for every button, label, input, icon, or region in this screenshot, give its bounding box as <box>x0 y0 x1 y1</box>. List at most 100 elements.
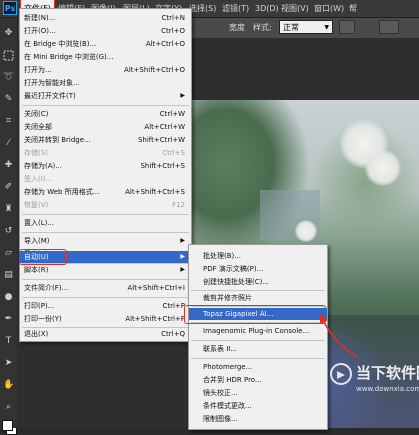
menu-item-label: 签入(I)... <box>24 175 53 183</box>
menu-item-close-all[interactable]: 关闭全部 Alt+Ctrl+W <box>20 121 191 133</box>
marquee-tool-icon[interactable] <box>3 50 14 61</box>
menu-item-shortcut: Shift+Ctrl+W <box>137 136 185 144</box>
style-select[interactable]: 正常 ▼ <box>279 20 333 34</box>
stamp-tool-icon[interactable]: ♜ <box>3 204 14 215</box>
menu-item-label: 关闭全部 <box>24 123 52 131</box>
menu-item-browse-bridge[interactable]: 在 Bridge 中浏览(B)... Alt+Ctrl+O <box>20 38 191 50</box>
menu-item-close[interactable]: 关闭(C) Ctrl+W <box>20 108 191 120</box>
menu-view[interactable]: 视图(V) <box>278 0 312 17</box>
foreground-color-swatch[interactable] <box>2 420 13 431</box>
menu-item-close-go-bridge[interactable]: 关闭并转到 Bridge... Shift+Ctrl+W <box>20 134 191 146</box>
submenu-arrow-icon: ▶ <box>180 266 185 273</box>
menu-item-label: PDF 演示文稿(P)... <box>203 265 264 273</box>
automate-submenu: 批处理(B)... PDF 演示文稿(P)... 创建快捷批处理(C)... 裁… <box>188 244 328 430</box>
menu-item-print[interactable]: 打印(P)... Ctrl+P <box>20 300 191 312</box>
submenu-item-lens-correction[interactable]: 镜头校正... <box>189 387 327 399</box>
file-menu-dropdown: 新建(N)... Ctrl+N 打开(O)... Ctrl+O 在 Bridge 中… <box>19 8 192 342</box>
menu-item-label: 新建(N)... <box>24 14 56 22</box>
move-tool-icon[interactable]: ✥ <box>3 28 14 39</box>
menu-item-import[interactable]: 导入(M) ▶ <box>20 235 191 247</box>
submenu-item-pdf-presentation[interactable]: PDF 演示文稿(P)... <box>189 263 327 275</box>
menu-item-scripts[interactable]: 脚本(R) ▶ <box>20 264 191 276</box>
hand-tool-icon[interactable]: ✋ <box>3 380 14 391</box>
menu-item-save-as[interactable]: 存储为(A)... Shift+Ctrl+S <box>20 160 191 172</box>
menu-item-label: 置入(L)... <box>24 219 55 227</box>
menu-item-save-for-web[interactable]: 存储为 Web 所用格式... Alt+Shift+Ctrl+S <box>20 186 191 198</box>
menu-item-label: 批处理(B)... <box>203 252 241 260</box>
watermark-logo-icon <box>330 363 352 385</box>
photoshop-logo: Ps <box>3 1 17 15</box>
menu-item-exit[interactable]: 退出(X) Ctrl+Q <box>20 328 191 340</box>
menu-separator <box>191 340 325 341</box>
marquee-icon <box>3 50 14 61</box>
menu-item-label: 裁剪并修齐照片 <box>203 294 252 302</box>
menu-item-open-smart-object[interactable]: 打开为智能对象... <box>20 77 191 89</box>
zoom-tool-icon[interactable]: ⌕ <box>3 402 14 413</box>
menu-item-file-info[interactable]: 文件简介(F)... Alt+Shift+Ctrl+I <box>20 282 191 294</box>
menu-item-shortcut: Shift+Ctrl+S <box>140 162 185 170</box>
submenu-item-batch[interactable]: 批处理(B)... <box>189 250 327 262</box>
width-field[interactable] <box>339 20 355 34</box>
menu-item-label: 打印(P)... <box>24 302 55 310</box>
history-brush-tool-icon[interactable]: ↺ <box>3 226 14 237</box>
menu-item-print-one-copy[interactable]: 打印一份(Y) Alt+Shift+Ctrl+P <box>20 313 191 325</box>
menu-item-label: 关闭(C) <box>24 110 49 118</box>
menu-item-shortcut: Ctrl+P <box>162 302 185 310</box>
brush-tool-icon[interactable]: ✐ <box>3 182 14 193</box>
submenu-item-create-droplet[interactable]: 创建快捷批处理(C)... <box>189 276 327 288</box>
style-label: 样式: <box>253 23 272 32</box>
submenu-item-merge-hdr[interactable]: 合并到 HDR Pro... <box>189 374 327 386</box>
gradient-tool-icon[interactable]: ▤ <box>3 270 14 281</box>
menu-item-label: 恢复(V) <box>24 201 49 209</box>
eyedropper-tool-icon[interactable]: ⁄ <box>3 138 14 149</box>
quick-select-tool-icon[interactable]: ✎ <box>3 94 14 105</box>
menu-item-label: 最近打开文件(T) <box>24 92 76 100</box>
submenu-item-fit-image[interactable]: 限制图像... <box>189 413 327 425</box>
submenu-item-contact-sheet[interactable]: 联系表 II... <box>189 343 327 355</box>
menu-item-label: 导入(M) <box>24 237 50 245</box>
eraser-tool-icon[interactable]: ▱ <box>3 248 14 259</box>
menu-item-new[interactable]: 新建(N)... Ctrl+N <box>20 12 191 24</box>
menu-filter[interactable]: 滤镜(T) <box>219 0 252 17</box>
type-tool-icon[interactable]: T <box>3 336 14 347</box>
watermark: 当下软件园 www.downxia.com <box>330 363 419 405</box>
height-field[interactable] <box>379 20 399 34</box>
menu-item-label: 退出(X) <box>24 330 49 338</box>
blur-tool-icon[interactable]: ● <box>3 292 14 303</box>
submenu-item-imagenomic[interactable]: Imagenomic Plug-in Console... <box>189 325 327 337</box>
menu-item-open-as[interactable]: 打开为... Alt+Shift+Ctrl+O <box>20 64 191 76</box>
menu-item-label: Photomerge... <box>203 363 253 371</box>
chevron-down-icon: ▼ <box>324 24 329 31</box>
menu-item-label: 关闭并转到 Bridge... <box>24 136 91 144</box>
menu-item-browse-mini-bridge[interactable]: 在 Mini Bridge 中浏览(G)... <box>20 51 191 63</box>
menu-item-place[interactable]: 置入(L)... <box>20 217 191 229</box>
submenu-item-crop-straighten[interactable]: 裁剪并修齐照片 <box>189 292 327 304</box>
crop-tool-icon[interactable]: ⌗ <box>3 116 14 127</box>
lasso-tool-icon[interactable]: ➰ <box>3 72 14 83</box>
menu-item-recent-files[interactable]: 最近打开文件(T) ▶ <box>20 90 191 102</box>
pen-tool-icon[interactable]: ✒ <box>3 314 14 325</box>
menu-item-open[interactable]: 打开(O)... Ctrl+O <box>20 25 191 37</box>
menu-item-label: 打印一份(Y) <box>24 315 62 323</box>
annotation-highlight-box <box>184 305 326 324</box>
menu-item-label: 存储为(A)... <box>24 162 62 170</box>
menu-item-label: 在 Mini Bridge 中浏览(G)... <box>24 53 114 61</box>
healing-brush-tool-icon[interactable]: ✚ <box>3 160 14 171</box>
menu-item-revert[interactable]: 恢复(V) F12 <box>20 199 191 211</box>
submenu-item-photomerge[interactable]: Photomerge... <box>189 361 327 373</box>
menu-item-shortcut: Ctrl+S <box>162 149 185 157</box>
menu-window[interactable]: 窗口(W) <box>311 0 347 17</box>
menu-item-label: 联系表 II... <box>203 345 238 353</box>
photo-bloom <box>295 220 317 242</box>
menu-help[interactable]: 帮 <box>346 0 360 17</box>
submenu-item-conditional-mode[interactable]: 条件模式更改... <box>189 400 327 412</box>
watermark-url: www.downxia.com <box>356 385 419 393</box>
menu-item-label: 限制图像... <box>203 415 238 423</box>
menu-item-shortcut: Alt+Shift+Ctrl+S <box>125 188 185 196</box>
menu-item-save[interactable]: 存储(S) Ctrl+S <box>20 147 191 159</box>
path-select-tool-icon[interactable]: ➤ <box>3 358 14 369</box>
menu-item-check-in[interactable]: 签入(I)... <box>20 173 191 185</box>
watermark-title: 当下软件园 <box>356 364 419 382</box>
width-label: 宽度 <box>229 23 245 32</box>
menu-item-label: 在 Bridge 中浏览(B)... <box>24 40 97 48</box>
